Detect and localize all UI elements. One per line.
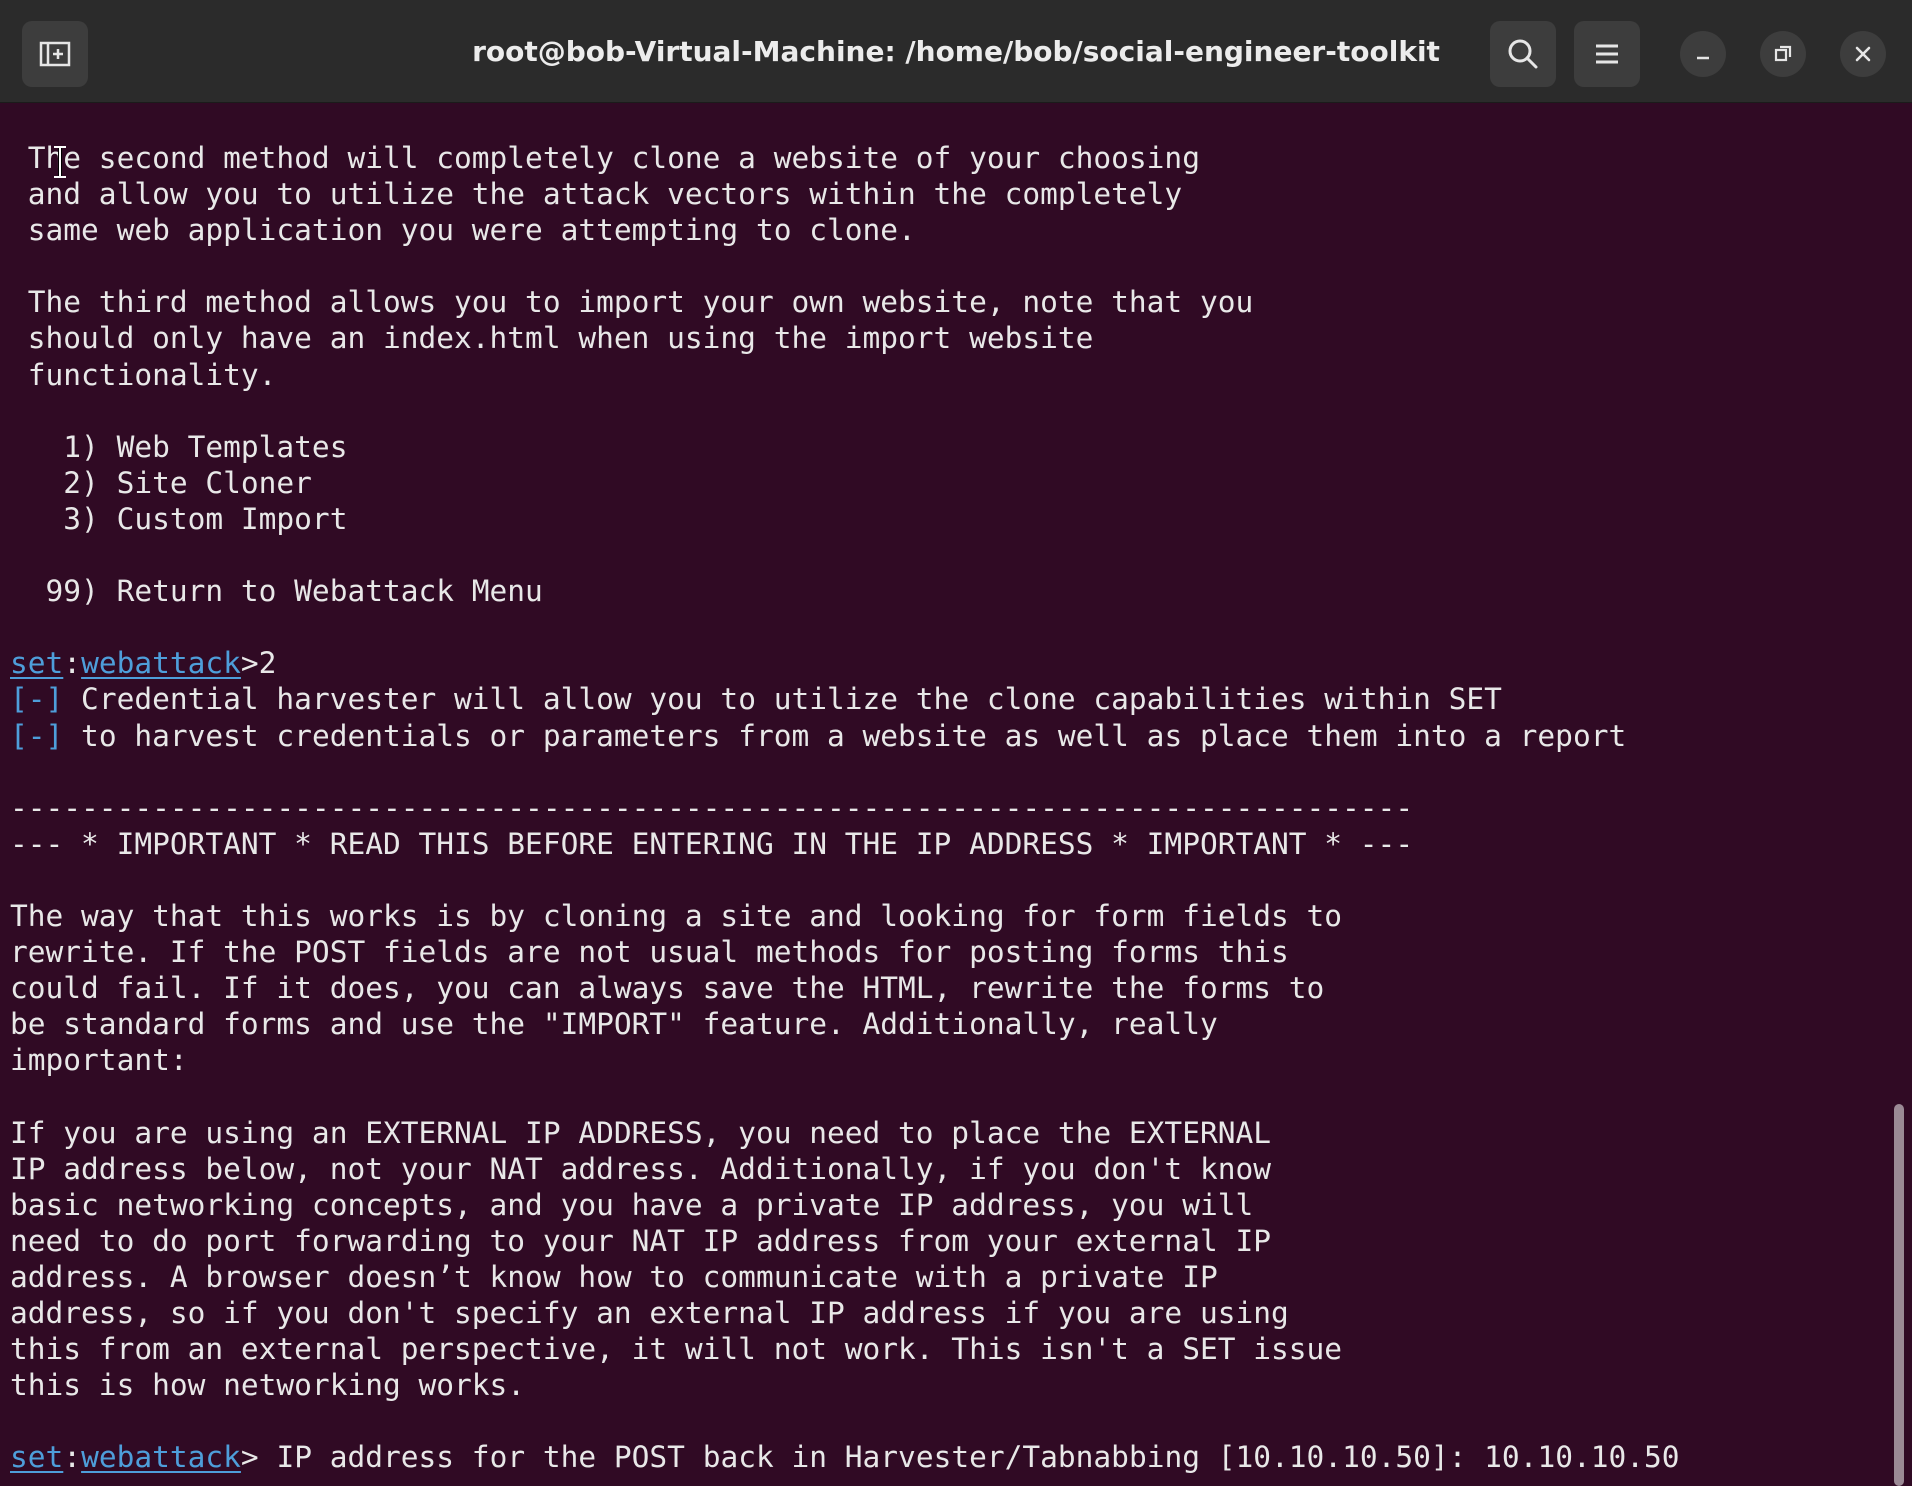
- scrollbar-thumb[interactable]: [1894, 1104, 1904, 1486]
- window-title: root@bob-Virtual-Machine: /home/bob/soci…: [472, 35, 1440, 68]
- output-line: this from an external perspective, it wi…: [10, 1332, 1343, 1367]
- info-bracket: [-]: [10, 718, 64, 753]
- prompt-webattack: webattack: [81, 1440, 241, 1475]
- prompt-input[interactable]: > IP address for the POST back in Harves…: [241, 1440, 1680, 1474]
- output-line: rewrite. If the POST fields are not usua…: [10, 935, 1289, 970]
- info-text: to harvest credentials or parameters fro…: [63, 718, 1627, 753]
- prompt-set: set: [10, 1440, 64, 1475]
- output-line: The third method allows you to import yo…: [10, 285, 1254, 320]
- search-icon: [1508, 39, 1538, 69]
- minimize-button[interactable]: [1680, 31, 1726, 77]
- text-cursor-icon: [54, 146, 66, 178]
- info-text: Credential harvester will allow you to u…: [63, 682, 1502, 717]
- prompt-line: set:webattack> IP address for the POST b…: [10, 1439, 1880, 1475]
- terminal-window: root@bob-Virtual-Machine: /home/bob/soci…: [0, 0, 1912, 1486]
- close-button[interactable]: [1840, 31, 1886, 77]
- info-line: [-] Credential harvester will allow you …: [10, 681, 1880, 717]
- output-line: same web application you were attempting…: [10, 213, 916, 248]
- new-tab-button[interactable]: [22, 21, 88, 87]
- menu-icon: [1596, 44, 1618, 64]
- divider-line: ----------------------------------------…: [10, 790, 1414, 825]
- menu-option-return: 99) Return to Webattack Menu: [10, 574, 543, 609]
- output-line: important:: [10, 1043, 188, 1078]
- info-bracket: [-]: [10, 682, 64, 717]
- output-line: and allow you to utilize the attack vect…: [10, 177, 1183, 212]
- output-line: address. A browser doesn’t know how to c…: [10, 1259, 1218, 1294]
- prompt-webattack: webattack: [81, 646, 241, 681]
- search-button[interactable]: [1490, 21, 1556, 87]
- restore-button[interactable]: [1760, 31, 1806, 77]
- info-line: [-] to harvest credentials or parameters…: [10, 718, 1880, 754]
- prompt-colon: :: [63, 1440, 82, 1475]
- terminal-output[interactable]: The second method will completely clone …: [10, 140, 1880, 1486]
- output-line: be standard forms and use the "IMPORT" f…: [10, 1007, 1218, 1042]
- prompt-line: set:webattack>2: [10, 645, 1880, 681]
- important-banner: --- * IMPORTANT * READ THIS BEFORE ENTER…: [10, 826, 1414, 861]
- output-line: The second method will completely clone …: [10, 141, 1200, 175]
- output-line: could fail. If it does, you can always s…: [10, 971, 1325, 1006]
- output-line: The way that this works is by cloning a …: [10, 898, 1343, 933]
- menu-button[interactable]: [1574, 21, 1640, 87]
- menu-option-site-cloner: 2) Site Cloner: [10, 465, 312, 500]
- prompt-colon: :: [63, 646, 82, 681]
- output-line: this is how networking works.: [10, 1368, 526, 1403]
- output-line: IP address below, not your NAT address. …: [10, 1151, 1271, 1186]
- menu-option-web-templates: 1) Web Templates: [10, 429, 348, 464]
- prompt-set: set: [10, 646, 64, 681]
- new-tab-icon: [39, 41, 71, 67]
- scrollbar[interactable]: [1888, 104, 1912, 1486]
- minimize-icon: [1697, 56, 1709, 60]
- close-icon: [1855, 46, 1871, 62]
- prompt-input: >2: [240, 646, 277, 681]
- output-line: should only have an index.html when usin…: [10, 321, 1094, 356]
- output-line: need to do port forwarding to your NAT I…: [10, 1223, 1271, 1258]
- output-line: functionality.: [10, 357, 277, 392]
- menu-option-custom-import: 3) Custom Import: [10, 501, 348, 536]
- title-bar: root@bob-Virtual-Machine: /home/bob/soci…: [0, 0, 1912, 103]
- output-line: address, so if you don't specify an exte…: [10, 1296, 1289, 1330]
- output-line: If you are using an EXTERNAL IP ADDRESS,…: [10, 1115, 1271, 1150]
- output-line: basic networking concepts, and you have …: [10, 1187, 1254, 1222]
- restore-icon: [1774, 45, 1792, 62]
